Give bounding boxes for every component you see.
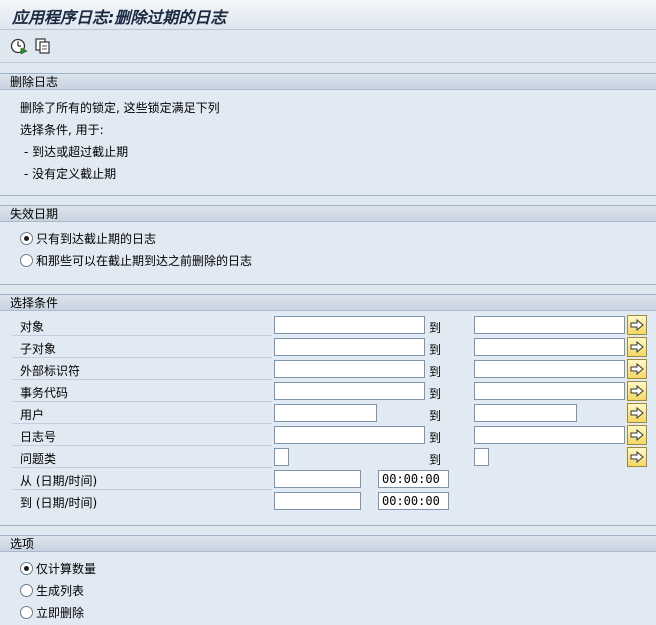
selection-row-problem-class: 问题类 到 (0, 446, 656, 468)
external-id-multiple-selection-button[interactable] (627, 359, 647, 379)
arrow-right-icon (630, 385, 644, 397)
radio-label: 和那些可以在截止期到达之前删除的日志 (36, 253, 253, 268)
application-toolbar (0, 31, 656, 63)
arrow-right-icon (630, 319, 644, 331)
radio-label: 只有到达截止期的日志 (36, 231, 157, 246)
copy-variant-icon (35, 38, 50, 54)
arrow-right-icon (630, 341, 644, 353)
subobject-multiple-selection-button[interactable] (627, 337, 647, 357)
selection-row-subobject: 子对象 到 (0, 336, 656, 358)
radio-expired-only[interactable]: 只有到达截止期的日志 (20, 229, 156, 247)
arrow-right-icon (630, 451, 644, 463)
log-number-multiple-selection-button[interactable] (627, 425, 647, 445)
radio-unselected-icon[interactable] (20, 583, 33, 597)
execute-clock-icon (10, 38, 28, 55)
user-label: 用户 (20, 408, 45, 422)
subobject-label: 子对象 (20, 342, 57, 356)
radio-selected-icon[interactable] (20, 561, 33, 575)
arrow-right-icon (630, 363, 644, 375)
to-label: 到 (429, 409, 442, 423)
radio-include-deletable[interactable]: 和那些可以在截止期到达之前删除的日志 (20, 251, 252, 269)
execute-button[interactable] (10, 37, 28, 55)
options-header: 选项 (0, 536, 656, 552)
to-label: 到 (429, 343, 442, 357)
external-id-label: 外部标识符 (20, 364, 81, 378)
info-line-2: 选择条件, 用于: (20, 123, 104, 137)
from-date-input[interactable] (274, 470, 361, 488)
arrow-right-icon (630, 429, 644, 441)
transaction-code-to-input[interactable] (474, 382, 625, 400)
variant-button[interactable] (34, 37, 52, 55)
user-multiple-selection-button[interactable] (627, 403, 647, 423)
selection-criteria-header: 选择条件 (0, 295, 656, 311)
transaction-code-multiple-selection-button[interactable] (627, 381, 647, 401)
from-time-input[interactable]: 00:00:00 (378, 470, 449, 488)
page-title: 应用程序日志:删除过期的日志 (12, 8, 227, 27)
to-label: 到 (429, 365, 442, 379)
radio-generate-list[interactable]: 生成列表 (20, 581, 84, 599)
delete-logs-section: 删除日志 删除了所有的锁定, 这些锁定满足下列 选择条件, 用于: - 到达或超… (0, 73, 656, 196)
to-label: 到 (429, 321, 442, 335)
to-label: 到 (429, 431, 442, 445)
radio-selected-icon[interactable] (20, 231, 33, 245)
selection-criteria-section: 选择条件 对象 到 子对象 到 外部标识符 到 事务代码 到 用户 到 日志号 … (0, 294, 656, 526)
selection-row-to-datetime: 到 (日期/时间) 00:00:00 (0, 490, 656, 512)
selection-row-external-id: 外部标识符 到 (0, 358, 656, 380)
expiry-date-header: 失效日期 (0, 206, 656, 222)
to-time-input[interactable]: 00:00:00 (378, 492, 449, 510)
selection-row-log-number: 日志号 到 (0, 424, 656, 446)
info-line-1: 删除了所有的锁定, 这些锁定满足下列 (20, 101, 220, 115)
problem-class-label: 问题类 (20, 452, 57, 466)
info-line-3: - 到达或超过截止期 (24, 145, 129, 159)
object-from-input[interactable] (274, 316, 425, 334)
radio-count-only[interactable]: 仅计算数量 (20, 559, 96, 577)
transaction-code-from-input[interactable] (274, 382, 425, 400)
log-number-to-input[interactable] (474, 426, 625, 444)
radio-label: 仅计算数量 (36, 561, 97, 576)
radio-label: 立即删除 (36, 605, 85, 620)
delete-logs-header: 删除日志 (0, 74, 656, 90)
from-datetime-label: 从 (日期/时间) (20, 474, 98, 488)
selection-row-transaction-code: 事务代码 到 (0, 380, 656, 402)
to-date-input[interactable] (274, 492, 361, 510)
object-to-input[interactable] (474, 316, 625, 334)
problem-class-to-input[interactable] (474, 448, 489, 466)
log-number-label: 日志号 (20, 430, 57, 444)
to-label: 到 (429, 453, 442, 467)
object-label: 对象 (20, 320, 45, 334)
expiry-date-section: 失效日期 只有到达截止期的日志 和那些可以在截止期到达之前删除的日志 (0, 205, 656, 285)
title-bar: 应用程序日志:删除过期的日志 (0, 0, 656, 30)
radio-unselected-icon[interactable] (20, 605, 33, 619)
radio-delete-immediately[interactable]: 立即删除 (20, 603, 84, 621)
info-line-4: - 没有定义截止期 (24, 167, 117, 181)
radio-label: 生成列表 (36, 583, 85, 598)
selection-row-from-datetime: 从 (日期/时间) 00:00:00 (0, 468, 656, 490)
external-id-from-input[interactable] (274, 360, 425, 378)
external-id-to-input[interactable] (474, 360, 625, 378)
user-to-input[interactable] (474, 404, 577, 422)
arrow-right-icon (630, 407, 644, 419)
radio-unselected-icon[interactable] (20, 253, 33, 267)
log-number-from-input[interactable] (274, 426, 425, 444)
object-multiple-selection-button[interactable] (627, 315, 647, 335)
user-from-input[interactable] (274, 404, 377, 422)
subobject-from-input[interactable] (274, 338, 425, 356)
selection-row-user: 用户 到 (0, 402, 656, 424)
options-section: 选项 仅计算数量 生成列表 立即删除 (0, 535, 656, 625)
problem-class-multiple-selection-button[interactable] (627, 447, 647, 467)
subobject-to-input[interactable] (474, 338, 625, 356)
selection-row-object: 对象 到 (0, 314, 656, 336)
transaction-code-label: 事务代码 (20, 386, 69, 400)
to-datetime-label: 到 (日期/时间) (20, 496, 98, 510)
to-label: 到 (429, 387, 442, 401)
problem-class-from-input[interactable] (274, 448, 289, 466)
